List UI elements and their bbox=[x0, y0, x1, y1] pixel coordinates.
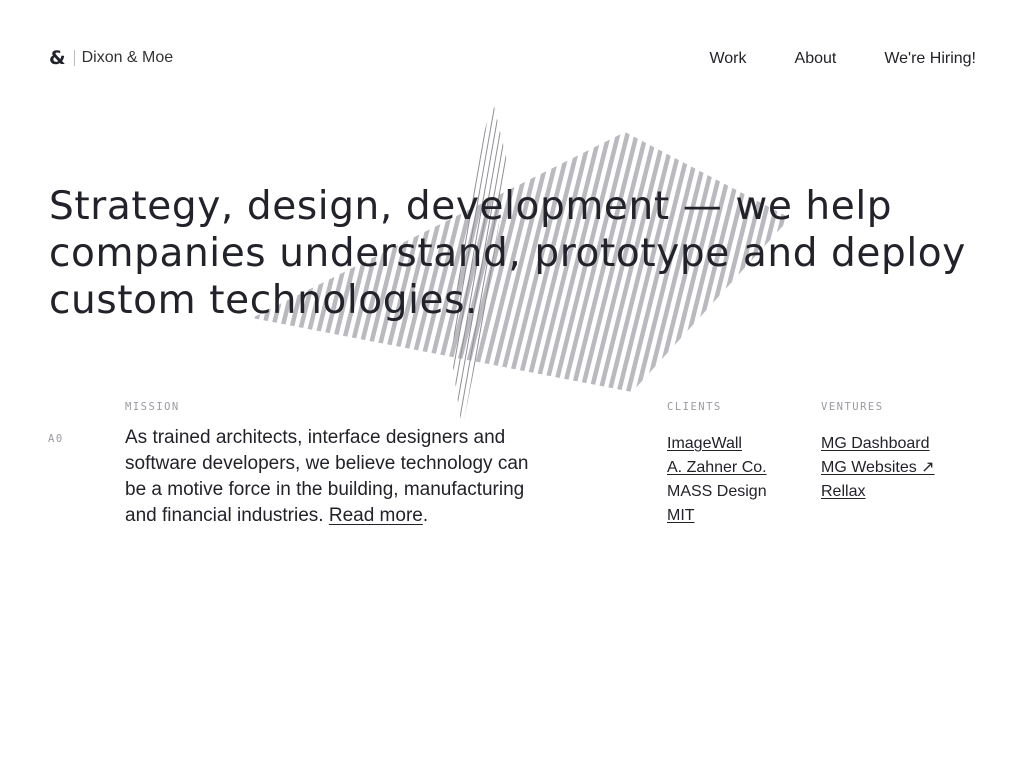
ventures-label: VENTURES bbox=[821, 401, 884, 413]
list-item: MG Dashboard bbox=[821, 432, 935, 456]
clients-label: CLIENTS bbox=[667, 401, 722, 413]
ampersand-logo-icon: & bbox=[49, 47, 66, 69]
clients-list: ImageWall A. Zahner Co. MASS Design MIT bbox=[667, 432, 767, 528]
page: & Dixon & Moe Work About We're Hiring! S… bbox=[0, 0, 1024, 768]
read-more-link[interactable]: Read more bbox=[329, 505, 423, 526]
nav-link-hiring[interactable]: We're Hiring! bbox=[884, 48, 976, 70]
logo[interactable]: & Dixon & Moe bbox=[49, 47, 173, 69]
striped-arrow-graphic bbox=[252, 102, 790, 430]
section-index: A0 bbox=[48, 433, 64, 445]
list-item: Rellax bbox=[821, 480, 935, 504]
company-name: Dixon & Moe bbox=[81, 49, 174, 66]
clients-column: CLIENTS ImageWall A. Zahner Co. MASS Des… bbox=[667, 401, 767, 528]
hero-headline: Strategy, design, development — we help … bbox=[49, 184, 966, 323]
venture-link-rellax[interactable]: Rellax bbox=[821, 483, 865, 500]
nav-link-work[interactable]: Work bbox=[709, 48, 746, 70]
ventures-list: MG Dashboard MG Websites ↗ Rellax bbox=[821, 432, 935, 504]
main-nav: Work About We're Hiring! bbox=[661, 48, 976, 70]
logo-divider bbox=[73, 50, 75, 66]
list-item: MG Websites ↗ bbox=[821, 456, 935, 480]
client-link-imagewall[interactable]: ImageWall bbox=[667, 435, 742, 452]
client-link-zahner[interactable]: A. Zahner Co. bbox=[667, 459, 767, 476]
client-mass-design: MASS Design bbox=[667, 483, 767, 500]
mission-body: As trained architects, interface designe… bbox=[125, 427, 529, 526]
list-item: ImageWall bbox=[667, 432, 767, 456]
nav-link-about[interactable]: About bbox=[795, 48, 837, 70]
venture-link-mg-dashboard[interactable]: MG Dashboard bbox=[821, 435, 930, 452]
list-item: A. Zahner Co. bbox=[667, 456, 767, 480]
mission-text: As trained architects, interface designe… bbox=[125, 425, 535, 529]
venture-link-mg-websites[interactable]: MG Websites ↗ bbox=[821, 459, 935, 476]
list-item: MASS Design bbox=[667, 480, 767, 504]
mission-end: . bbox=[422, 505, 429, 526]
client-link-mit[interactable]: MIT bbox=[667, 507, 695, 524]
ventures-column: VENTURES MG Dashboard MG Websites ↗ Rell… bbox=[821, 401, 935, 504]
list-item: MIT bbox=[667, 504, 767, 528]
mission-label: MISSION bbox=[125, 401, 180, 413]
